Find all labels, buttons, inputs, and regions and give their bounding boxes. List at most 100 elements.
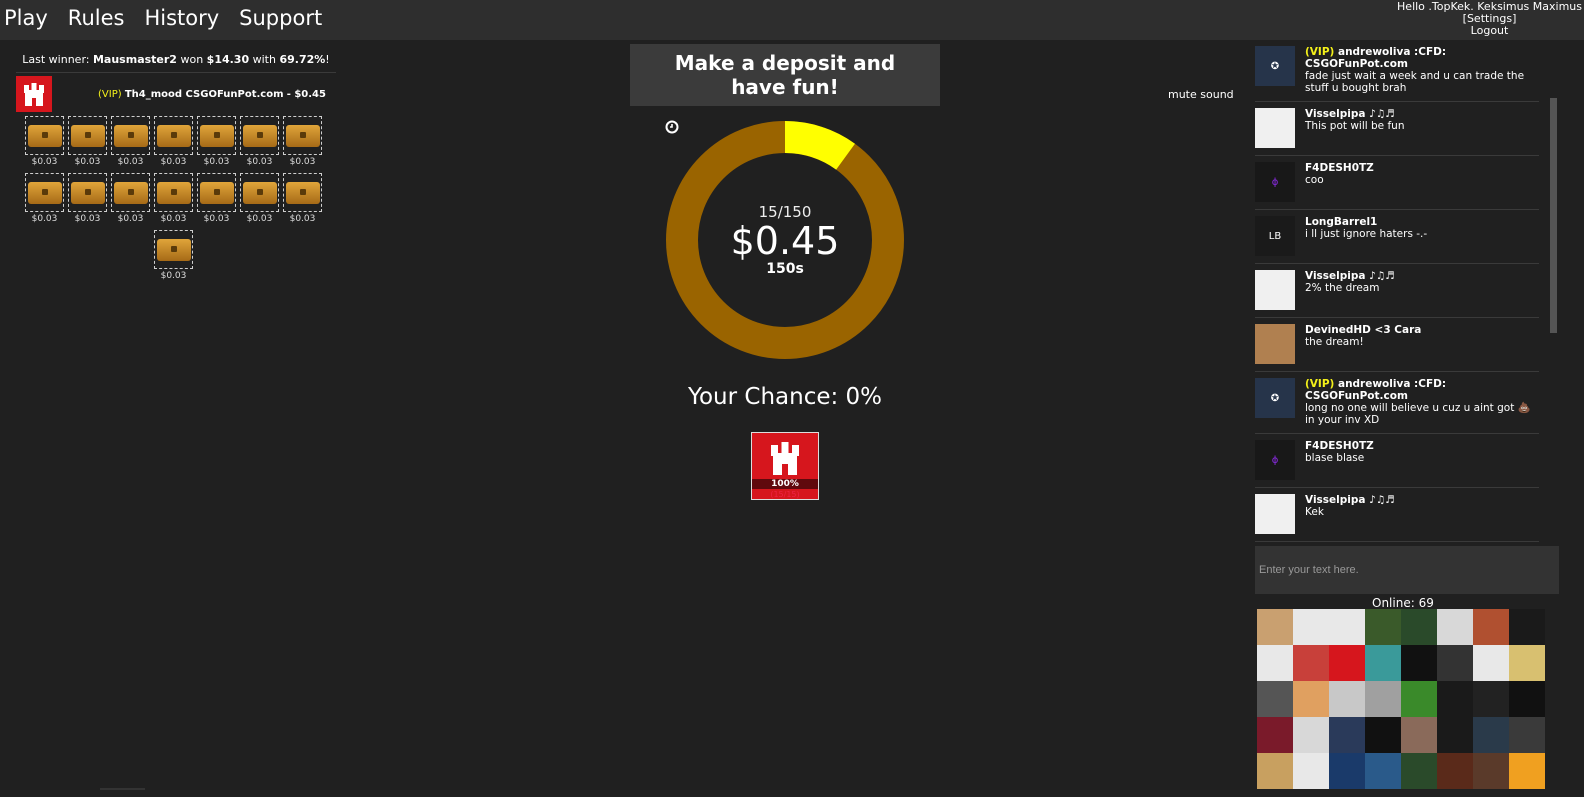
deposit-banner[interactable]: Make a deposit and have fun! [630, 44, 940, 106]
deposited-item[interactable]: $0.03 [152, 173, 195, 230]
online-user-avatar[interactable] [1473, 681, 1509, 717]
online-user-avatar[interactable] [1401, 717, 1437, 753]
item-price: $0.03 [160, 271, 187, 281]
online-user-avatar[interactable] [1365, 681, 1401, 717]
online-user-avatar[interactable] [1473, 717, 1509, 753]
online-user-avatar[interactable] [1293, 645, 1329, 681]
chat-avatar[interactable]: ϕ [1255, 440, 1295, 480]
chat-message-body: (VIP) andrewoliva :CFD: CSGOFunPot.com fa… [1305, 46, 1539, 94]
nav-support[interactable]: Support [239, 6, 322, 30]
weapon-case-icon [27, 181, 62, 204]
nav-rules[interactable]: Rules [68, 6, 125, 30]
deposited-item[interactable]: $0.03 [66, 116, 109, 173]
online-user-avatar[interactable] [1509, 681, 1545, 717]
chat-username[interactable]: F4DESH0TZ [1305, 162, 1374, 174]
deposited-item[interactable]: $0.03 [152, 230, 195, 287]
item-slot [283, 173, 322, 212]
deposited-item[interactable]: $0.03 [109, 116, 152, 173]
player-entry[interactable]: 100% (15/15) [751, 432, 819, 500]
mute-sound-link[interactable]: mute sound [1168, 88, 1234, 101]
online-user-avatar[interactable] [1401, 681, 1437, 717]
chat-username[interactable]: (VIP) andrewoliva :CFD: CSGOFunPot.com [1305, 378, 1539, 402]
chat-username[interactable]: Visselpipa ♪♫♬ [1305, 494, 1395, 506]
depositor-avatar[interactable] [16, 76, 52, 112]
online-user-avatar[interactable] [1437, 645, 1473, 681]
online-user-avatar[interactable] [1293, 753, 1329, 789]
online-user-avatar[interactable] [1329, 609, 1365, 645]
chat-message: ϕ F4DESH0TZ coo [1255, 156, 1539, 210]
online-user-avatar[interactable] [1329, 717, 1365, 753]
chat-avatar[interactable]: ✪ [1255, 46, 1295, 86]
online-user-avatar[interactable] [1329, 645, 1365, 681]
nav-history[interactable]: History [144, 6, 219, 30]
online-user-avatar[interactable] [1365, 609, 1401, 645]
logout-link[interactable]: Logout [1397, 25, 1582, 37]
chat-username[interactable]: LongBarrel1 [1305, 216, 1427, 228]
chat-username[interactable]: Visselpipa ♪♫♬ [1305, 108, 1404, 120]
chat-input[interactable] [1255, 546, 1559, 594]
last-winner-won-word: won [180, 53, 204, 66]
jackpot-center: Make a deposit and have fun! 15/150 $0.4… [630, 44, 940, 500]
online-user-avatar[interactable] [1437, 609, 1473, 645]
weapon-case-icon [199, 124, 234, 147]
online-user-avatar[interactable] [1257, 681, 1293, 717]
nav-play[interactable]: Play [4, 6, 48, 30]
chat-username[interactable]: (VIP) andrewoliva :CFD: CSGOFunPot.com [1305, 46, 1539, 70]
online-user-avatar[interactable] [1365, 645, 1401, 681]
chat-avatar[interactable] [1255, 108, 1295, 148]
chat-avatar[interactable]: ✪ [1255, 378, 1295, 418]
deposited-item[interactable]: $0.03 [238, 173, 281, 230]
online-user-avatar[interactable] [1293, 681, 1329, 717]
online-user-avatar[interactable] [1473, 753, 1509, 789]
deposited-item[interactable]: $0.03 [152, 116, 195, 173]
item-slot [283, 116, 322, 155]
online-user-avatar[interactable] [1401, 609, 1437, 645]
deposited-item[interactable]: $0.03 [109, 173, 152, 230]
online-user-avatar[interactable] [1437, 717, 1473, 753]
online-user-avatar[interactable] [1329, 681, 1365, 717]
deposited-item[interactable]: $0.03 [281, 173, 324, 230]
chat-avatar[interactable]: ϕ [1255, 162, 1295, 202]
online-user-avatar[interactable] [1257, 645, 1293, 681]
deposited-item[interactable]: $0.03 [23, 116, 66, 173]
deposited-item[interactable]: $0.03 [23, 173, 66, 230]
item-price: $0.03 [117, 157, 144, 167]
chat-username[interactable]: F4DESH0TZ [1305, 440, 1374, 452]
online-user-avatar[interactable] [1365, 717, 1401, 753]
online-user-avatar[interactable] [1293, 609, 1329, 645]
chat-avatar[interactable] [1255, 324, 1295, 364]
deposited-item[interactable]: $0.03 [195, 173, 238, 230]
online-user-avatar[interactable] [1257, 717, 1293, 753]
last-winner-name: Mausmaster2 [92, 53, 177, 66]
chat-avatar[interactable]: LB [1255, 216, 1295, 256]
chat-message-body: F4DESH0TZ blase blase [1305, 440, 1374, 480]
deposited-item[interactable]: $0.03 [281, 116, 324, 173]
online-user-avatar[interactable] [1509, 717, 1545, 753]
online-user-avatar[interactable] [1473, 645, 1509, 681]
chat-avatar[interactable] [1255, 270, 1295, 310]
chat-username-text: F4DESH0TZ [1305, 440, 1374, 452]
chat-text: long no one will believe u cuz u aint go… [1305, 402, 1531, 426]
chat-username[interactable]: DevinedHD <3 Cara [1305, 324, 1421, 336]
online-user-avatar[interactable] [1509, 645, 1545, 681]
online-user-avatar[interactable] [1509, 753, 1545, 789]
online-user-avatar[interactable] [1401, 753, 1437, 789]
online-user-avatar[interactable] [1365, 753, 1401, 789]
last-winner-percent: 69.72% [279, 53, 326, 66]
deposited-item[interactable]: $0.03 [66, 173, 109, 230]
online-user-avatar[interactable] [1437, 753, 1473, 789]
deposited-item[interactable]: $0.03 [238, 116, 281, 173]
online-user-avatar[interactable] [1473, 609, 1509, 645]
chat-username[interactable]: Visselpipa ♪♫♬ [1305, 270, 1395, 282]
online-user-avatar[interactable] [1293, 717, 1329, 753]
online-user-avatar[interactable] [1509, 609, 1545, 645]
chat-scrollbar[interactable] [1550, 98, 1557, 333]
online-user-avatar[interactable] [1437, 681, 1473, 717]
online-user-avatar[interactable] [1401, 645, 1437, 681]
chat-avatar[interactable] [1255, 494, 1295, 534]
online-user-avatar[interactable] [1257, 609, 1293, 645]
deposited-item[interactable]: $0.03 [195, 116, 238, 173]
online-user-avatar[interactable] [1329, 753, 1365, 789]
main-nav: Play Rules History Support [4, 6, 322, 30]
online-user-avatar[interactable] [1257, 753, 1293, 789]
